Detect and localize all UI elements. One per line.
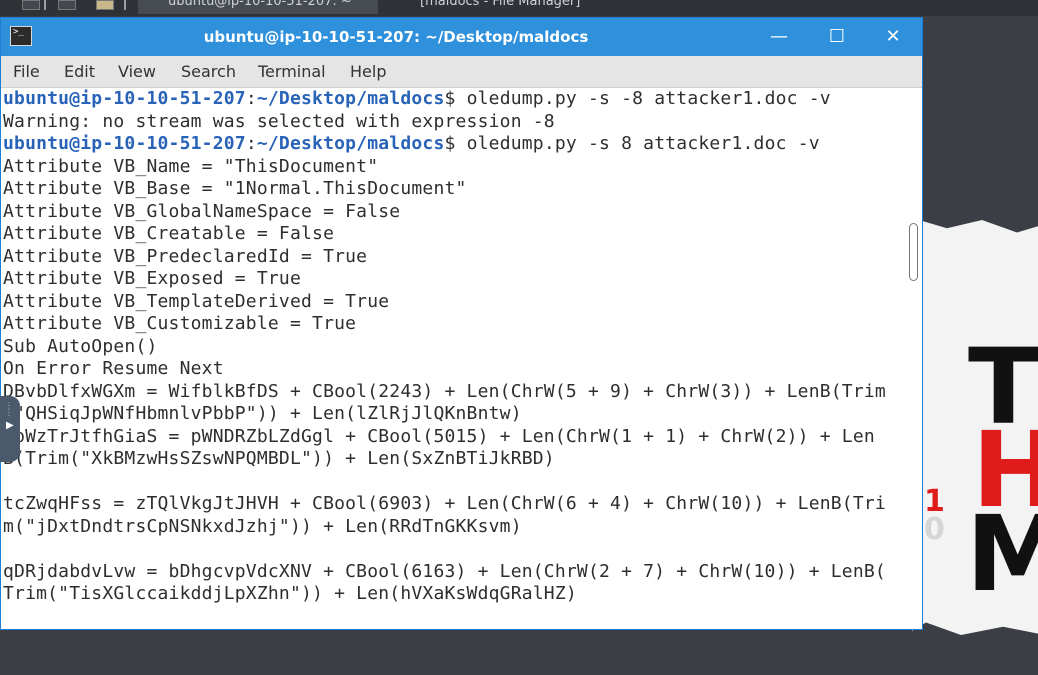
output-line: Sub AutoOpen() [3,335,158,357]
output-line: Warning: no stream was selected with exp… [3,110,555,132]
expand-arrow-icon: ▶ [6,420,14,431]
poster-mark: 0 [924,512,945,547]
taskbar-separator [124,0,126,10]
output-line: QbWzTrJtfhGiaS = pWNDRZbLZdGgl + CBool(5… [3,425,875,447]
poster-letter: M [966,493,1038,615]
output-line: Attribute VB_GlobalNameSpace = False [3,200,401,222]
output-line: On Error Resume Next [3,358,224,379]
menu-search[interactable]: Search [181,56,236,87]
taskbar-task-terminal[interactable]: ubuntu@ip-10-10-51-207: ~ [138,0,378,14]
files-launcher-icon[interactable] [96,0,114,10]
prompt-user: ubuntu@ip-10-10-51-207 [3,88,246,109]
output-line: Attribute VB_Customizable = True [3,313,357,334]
terminal-output[interactable]: ubuntu@ip-10-10-51-207:~/Desktop/maldocs… [1,88,904,629]
output-line: Attribute VB_Creatable = False [3,223,335,244]
close-button[interactable]: ✕ [873,18,913,56]
menu-view[interactable]: View [118,56,156,87]
prompt-dollar: $ [444,88,456,109]
taskbar-separator [44,0,46,10]
output-line: Attribute VB_Base = "1Normal.ThisDocumen… [3,178,467,199]
scrollbar[interactable] [904,88,922,629]
prompt-path: ~/Desktop/maldocs [256,133,445,154]
output-line: DBvbDlfxWGXm = WifblkBfDS + CBool(2243) … [3,380,886,402]
output-line: m("jDxtDndtrsCpNSNkxdJzhj")) + Len(RRdTn… [3,515,522,537]
menu-help[interactable]: Help [350,56,386,87]
side-panel-handle[interactable]: ⋮ ⋮ ▶ [0,396,20,462]
output-line: Attribute VB_TemplateDerived = True [3,290,390,312]
maximize-button[interactable]: ☐ [817,18,857,56]
drag-dots-icon: ⋮ ⋮ [5,401,13,417]
taskbar-task-file-manager[interactable]: [maldocs - File Manager] [390,0,650,16]
prompt-colon: : [245,88,257,109]
output-line: tcZwqHFss = zTQlVkgJtJHVH + CBool(6903) … [3,493,886,514]
app-launcher-icon[interactable] [22,0,40,10]
prompt-dollar: $ [444,133,456,154]
output-line: Attribute VB_PredeclaredId = True [3,245,368,267]
menu-terminal[interactable]: Terminal [258,56,326,87]
taskbar-task-label: ubuntu@ip-10-10-51-207: ~ [168,0,352,9]
taskbar: ubuntu@ip-10-10-51-207: ~ [maldocs - Fil… [0,0,1038,16]
minimize-button[interactable]: — [759,18,799,56]
taskbar-task-label: [maldocs - File Manager] [420,0,581,9]
command-text: oledump.py -s -8 attacker1.doc -v [455,88,831,109]
output-line: Trim("TisXGlccaikddjLpXZhn")) + Len(hVXa… [3,583,577,604]
menu-bar: File Edit View Search Terminal Help [1,56,922,88]
prompt-path: ~/Desktop/maldocs [256,88,445,109]
output-line: Attribute VB_Exposed = True [3,268,301,289]
scrollbar-thumb[interactable] [909,223,918,281]
terminal-window[interactable]: >_ ubuntu@ip-10-10-51-207: ~/Desktop/mal… [0,17,923,630]
prompt-colon: : [245,133,257,154]
prompt-user: ubuntu@ip-10-10-51-207 [3,133,246,154]
menu-edit[interactable]: Edit [64,56,95,87]
window-title: ubuntu@ip-10-10-51-207: ~/Desktop/maldoc… [203,28,589,46]
window-titlebar[interactable]: >_ ubuntu@ip-10-10-51-207: ~/Desktop/mal… [1,18,922,56]
menu-file[interactable]: File [13,56,40,87]
command-line: ubuntu@ip-10-10-51-207:~/Desktop/maldocs… [3,133,820,156]
output-line: B(Trim("XkBMzwHsSZswNPQMBDL")) + Len(SxZ… [3,448,555,469]
output-line: Attribute VB_Name = "ThisDocument" [3,155,379,177]
output-line: qDRjdabdvLvw = bDhgcvpVdcXNV + CBool(616… [3,560,886,582]
command-line: ubuntu@ip-10-10-51-207:~/Desktop/maldocs… [3,88,831,111]
terminal-launcher-icon[interactable] [58,0,76,10]
command-text: oledump.py -s 8 attacker1.doc -v [455,133,820,154]
output-line: ("QHSiqJpWNfHbmnlvPbbP")) + Len(lZlRjJlQ… [3,403,522,424]
